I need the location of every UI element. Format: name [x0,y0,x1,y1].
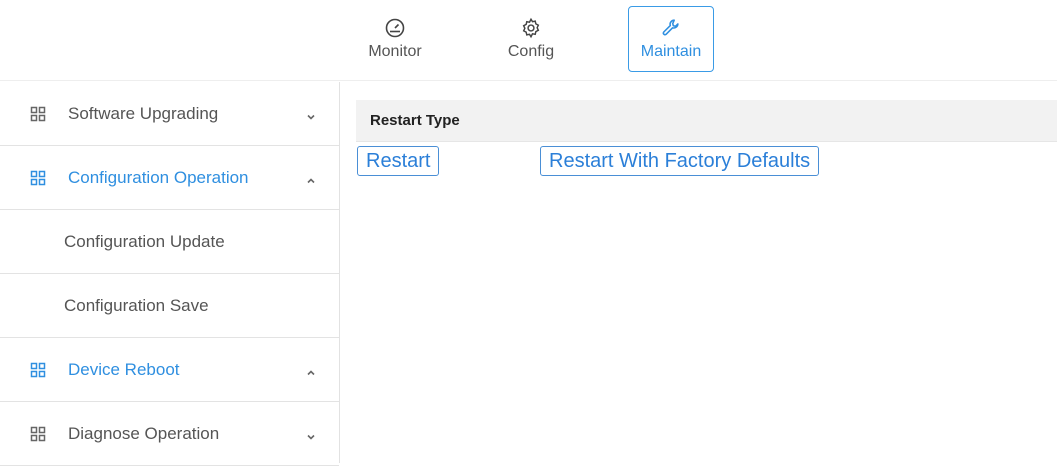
section-title: Restart Type [370,112,460,129]
main-content: Restart Type Restart Restart With Factor… [341,82,1057,463]
grid-icon [30,426,46,442]
sidebar-item-label: Configuration Operation [68,167,249,187]
nav-config-label: Config [507,43,555,60]
sidebar-item-label: Diagnose Operation [68,423,220,443]
nav-maintain[interactable]: Maintain [628,6,714,72]
top-divider [0,80,1057,81]
section-header-restart-type: Restart Type [356,100,1057,142]
grid-icon [30,170,46,186]
wrench-icon [660,17,682,39]
nav-config[interactable]: Config [492,6,570,72]
grid-icon [30,106,46,122]
grid-icon [30,362,46,378]
sidebar-subitem-configuration-update[interactable]: Configuration Update [0,210,339,274]
restart-factory-defaults-button[interactable]: Restart With Factory Defaults [540,146,820,176]
sidebar-item-configuration-operation[interactable]: Configuration Operation [0,146,339,210]
sidebar-item-label: Software Upgrading [68,103,219,123]
chevron-up-icon [305,364,317,376]
restart-button[interactable]: Restart [357,146,440,176]
sidebar-item-label: Configuration Update [64,231,225,251]
sidebar: Software Upgrading Configuration Operati… [0,82,340,466]
sidebar-item-diagnose-operation[interactable]: Diagnose Operation [0,402,339,466]
sidebar-item-device-reboot[interactable]: Device Reboot [0,338,339,402]
chevron-down-icon [305,428,317,440]
gauge-icon [384,17,406,39]
chevron-down-icon [305,108,317,120]
sidebar-subitem-configuration-save[interactable]: Configuration Save [0,274,339,338]
sidebar-item-software-upgrading[interactable]: Software Upgrading [0,82,339,146]
sidebar-item-label: Device Reboot [68,359,180,379]
nav-monitor[interactable]: Monitor [356,6,434,72]
chevron-up-icon [305,172,317,184]
nav-monitor-label: Monitor [368,43,422,60]
top-navigation: Monitor Config Maintain [0,0,1057,80]
sidebar-item-label: Configuration Save [64,295,209,315]
gear-icon [520,17,542,39]
nav-maintain-label: Maintain [640,43,702,60]
